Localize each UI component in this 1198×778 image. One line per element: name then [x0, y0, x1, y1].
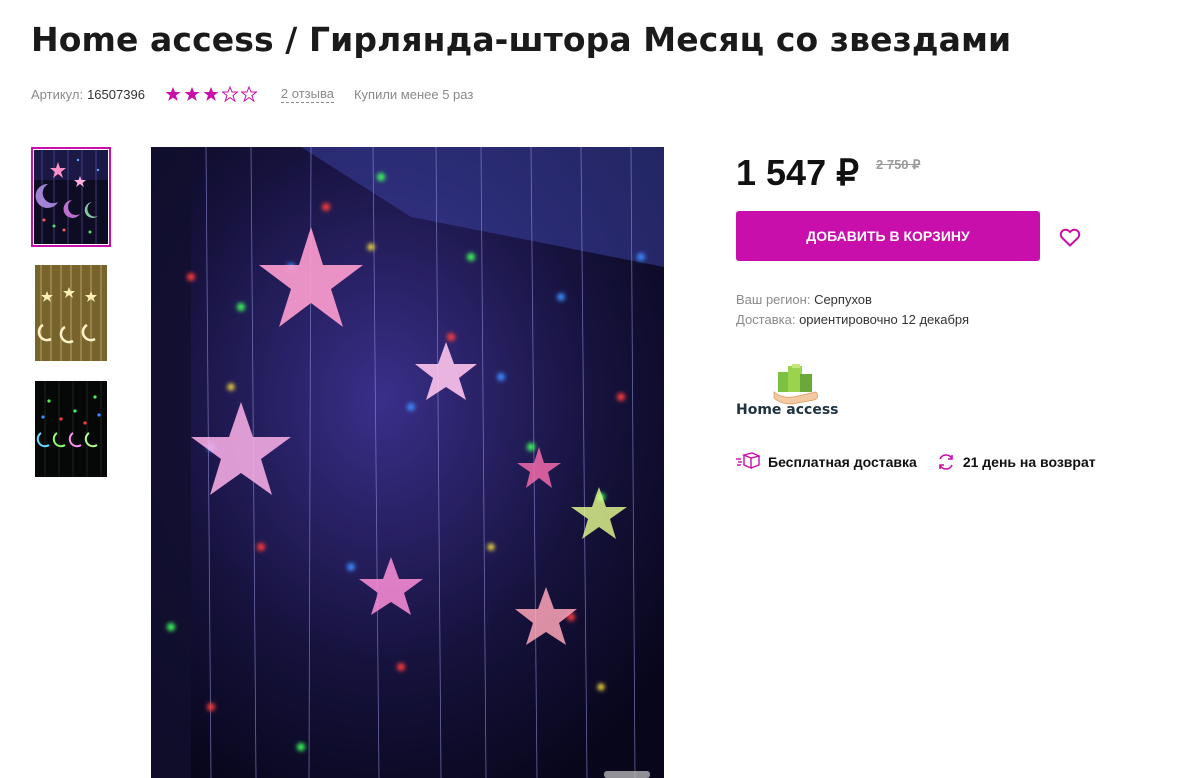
free-delivery-text: Бесплатная доставка [768, 454, 917, 470]
star-filled-icon [165, 87, 181, 101]
sku-value: 16507396 [87, 86, 145, 102]
delivery-info: Доставка: ориентировочно 12 декабря [736, 312, 969, 327]
return-perk: 21 день на возврат [937, 453, 1096, 471]
star-filled-icon [184, 87, 200, 101]
thumbnail-2[interactable] [35, 265, 107, 361]
delivery-value: ориентировочно 12 декабря [799, 312, 970, 327]
favorite-heart-icon[interactable] [1058, 225, 1082, 249]
perks-row: Бесплатная доставка 21 день на возврат [736, 452, 1096, 472]
star-empty-icon [240, 86, 257, 102]
delivery-label: Доставка: [736, 312, 796, 327]
star-empty-icon [221, 86, 238, 102]
main-product-image[interactable] [151, 147, 664, 778]
thumbnail-3[interactable] [35, 381, 107, 477]
product-title: Home access / Гирлянда-штора Месяц со зв… [31, 20, 1012, 59]
product-meta: Артикул: 16507396 2 отзыва Купили менее … [31, 84, 473, 104]
reviews-link[interactable]: 2 отзыва [280, 86, 334, 103]
sku-label: Артикул: [31, 86, 84, 102]
purchase-count: Купили менее 5 раз [353, 86, 474, 102]
brand-logo[interactable]: Home access [736, 362, 866, 420]
star-filled-icon [203, 87, 219, 101]
free-delivery-perk: Бесплатная доставка [736, 452, 917, 472]
delivery-box-icon [736, 452, 760, 470]
return-arrows-icon [939, 454, 953, 470]
return-text: 21 день на возврат [962, 454, 1096, 470]
region-info: Ваш регион: Серпухов [736, 292, 872, 307]
region-value[interactable]: Серпухов [814, 292, 872, 307]
thumbnail-1[interactable] [31, 147, 111, 247]
current-price: 1 547 ₽ [736, 152, 859, 193]
add-to-cart-button[interactable]: ДОБАВИТЬ В КОРЗИНУ [736, 211, 1040, 261]
old-price: 2 750 ₽ [876, 157, 921, 172]
brand-logo-text: Home access [736, 402, 839, 418]
rating-stars [165, 86, 257, 102]
region-label: Ваш регион: [736, 292, 811, 307]
